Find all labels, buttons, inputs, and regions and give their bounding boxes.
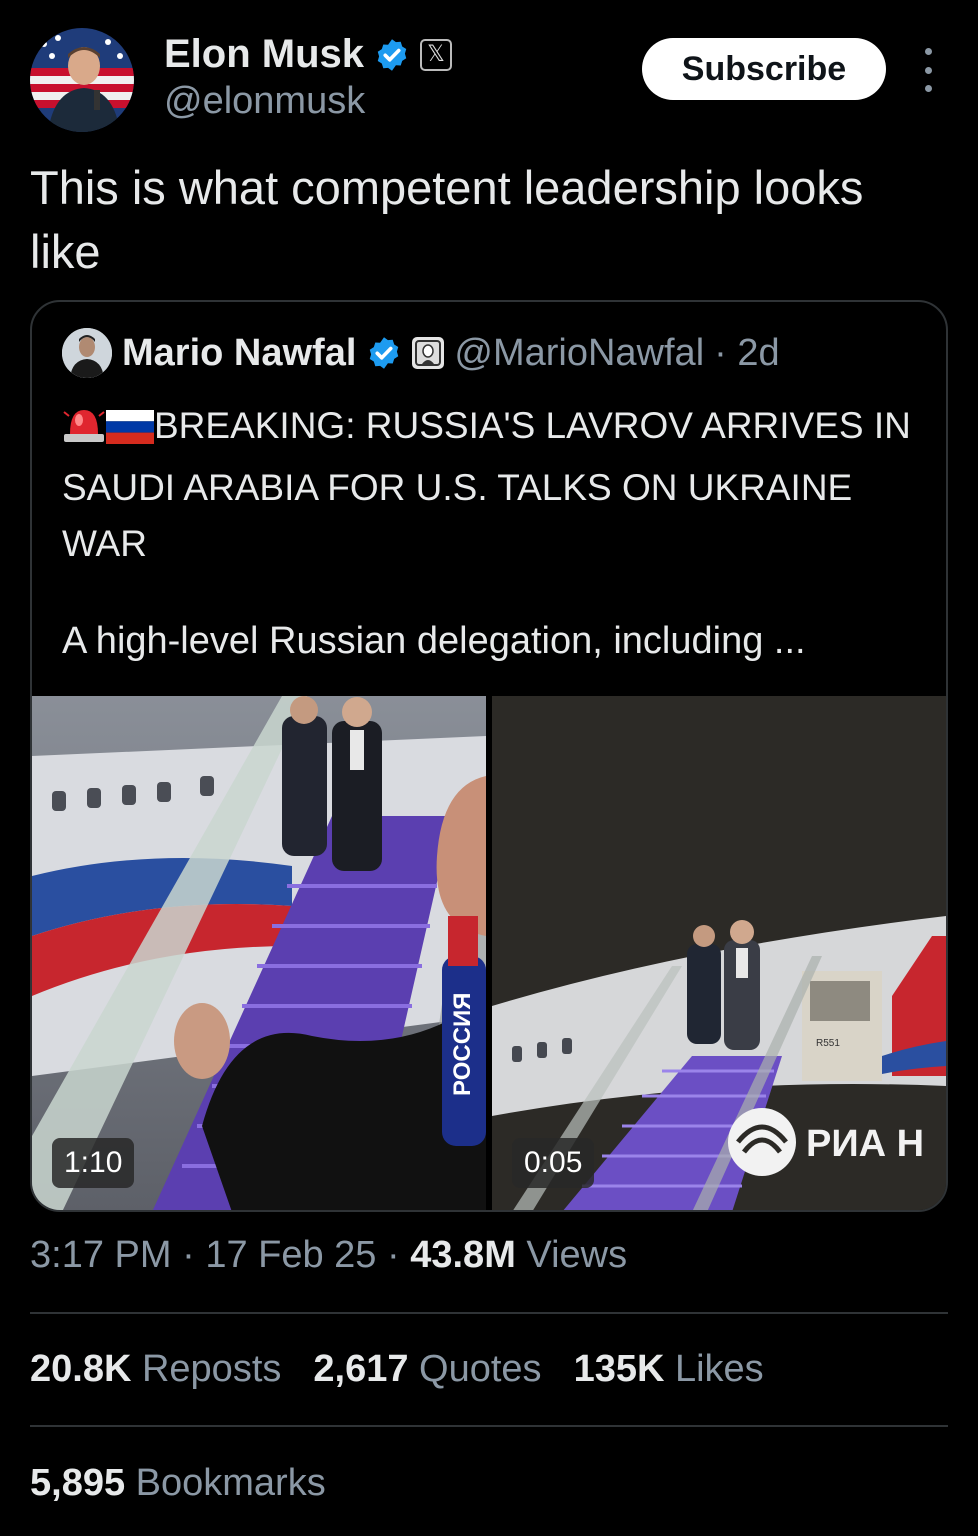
video-thumbnail-2[interactable]: R551 РИА Н 0:05 bbox=[492, 696, 946, 1210]
tweet-time[interactable]: 3:17 PM bbox=[30, 1234, 172, 1276]
quotes-stat[interactable]: 2,617 Quotes bbox=[313, 1348, 541, 1391]
author-display-name[interactable]: Elon Musk bbox=[164, 32, 364, 77]
quoted-tweet-header: Mario Nawfal @MarioNawfal · 2d bbox=[62, 328, 780, 378]
quoted-author-avatar[interactable] bbox=[62, 328, 112, 378]
quoted-tweet-headline: BREAKING: RUSSIA'S LAVROV ARRIVES IN SAU… bbox=[62, 405, 911, 564]
divider bbox=[30, 1425, 948, 1427]
author-handle[interactable]: @elonmusk bbox=[164, 80, 365, 123]
video-thumbnail-1[interactable]: РОССИЯ 1:10 bbox=[32, 696, 486, 1210]
tweet-text: This is what competent leadership looks … bbox=[30, 161, 864, 278]
quoted-tweet-time[interactable]: · 2d bbox=[714, 332, 779, 375]
affiliate-badge-icon bbox=[412, 337, 445, 369]
subscribe-button[interactable]: Subscribe bbox=[642, 38, 886, 100]
x-affiliate-icon: 𝕏 bbox=[420, 38, 453, 71]
verified-badge-icon bbox=[370, 337, 399, 369]
tweet-meta: 3:17 PM · 17 Feb 25 · 43.8M Views bbox=[30, 1234, 628, 1276]
ria-watermark: РИА Н bbox=[806, 1123, 924, 1165]
reposts-stat[interactable]: 20.8K Reposts bbox=[30, 1348, 281, 1391]
quoted-author-handle[interactable]: @MarioNawfal bbox=[454, 332, 704, 375]
divider bbox=[30, 1312, 948, 1314]
quoted-media-grid: РОССИЯ 1:10 R551 РИА Н 0:05 bbox=[32, 696, 946, 1210]
tweet-date[interactable]: 17 Feb 25 bbox=[205, 1234, 376, 1276]
engagement-stats: 20.8K Reposts 2,617 Quotes 135K Likes bbox=[30, 1348, 764, 1391]
views-label: Views bbox=[526, 1234, 628, 1276]
tweet-header: Elon Musk 𝕏 @elonmusk Subscribe bbox=[30, 28, 950, 138]
more-vertical-icon[interactable] bbox=[918, 48, 938, 92]
quoted-tweet[interactable]: Mario Nawfal @MarioNawfal · 2d BREAKING:… bbox=[30, 300, 948, 1212]
russia-flag-emoji bbox=[106, 404, 154, 460]
likes-stat[interactable]: 135K Likes bbox=[574, 1348, 764, 1391]
quoted-author-display-name[interactable]: Mario Nawfal bbox=[122, 332, 356, 375]
siren-emoji bbox=[62, 404, 106, 460]
quoted-tweet-headline-block: BREAKING: RUSSIA'S LAVROV ARRIVES IN SAU… bbox=[62, 398, 922, 572]
author-avatar[interactable] bbox=[30, 28, 134, 132]
views-count: 43.8M bbox=[410, 1234, 516, 1276]
video-duration-2: 0:05 bbox=[512, 1138, 595, 1188]
video-duration-1: 1:10 bbox=[52, 1138, 135, 1188]
quoted-tweet-preview: A high-level Russian delegation, includi… bbox=[62, 620, 806, 662]
bookmarks-stat[interactable]: 5,895 Bookmarks bbox=[30, 1462, 326, 1505]
verified-badge-icon bbox=[377, 38, 407, 71]
mic-flag-text: РОССИЯ bbox=[449, 992, 476, 1096]
plane-registration-text: R551 bbox=[816, 1038, 840, 1049]
